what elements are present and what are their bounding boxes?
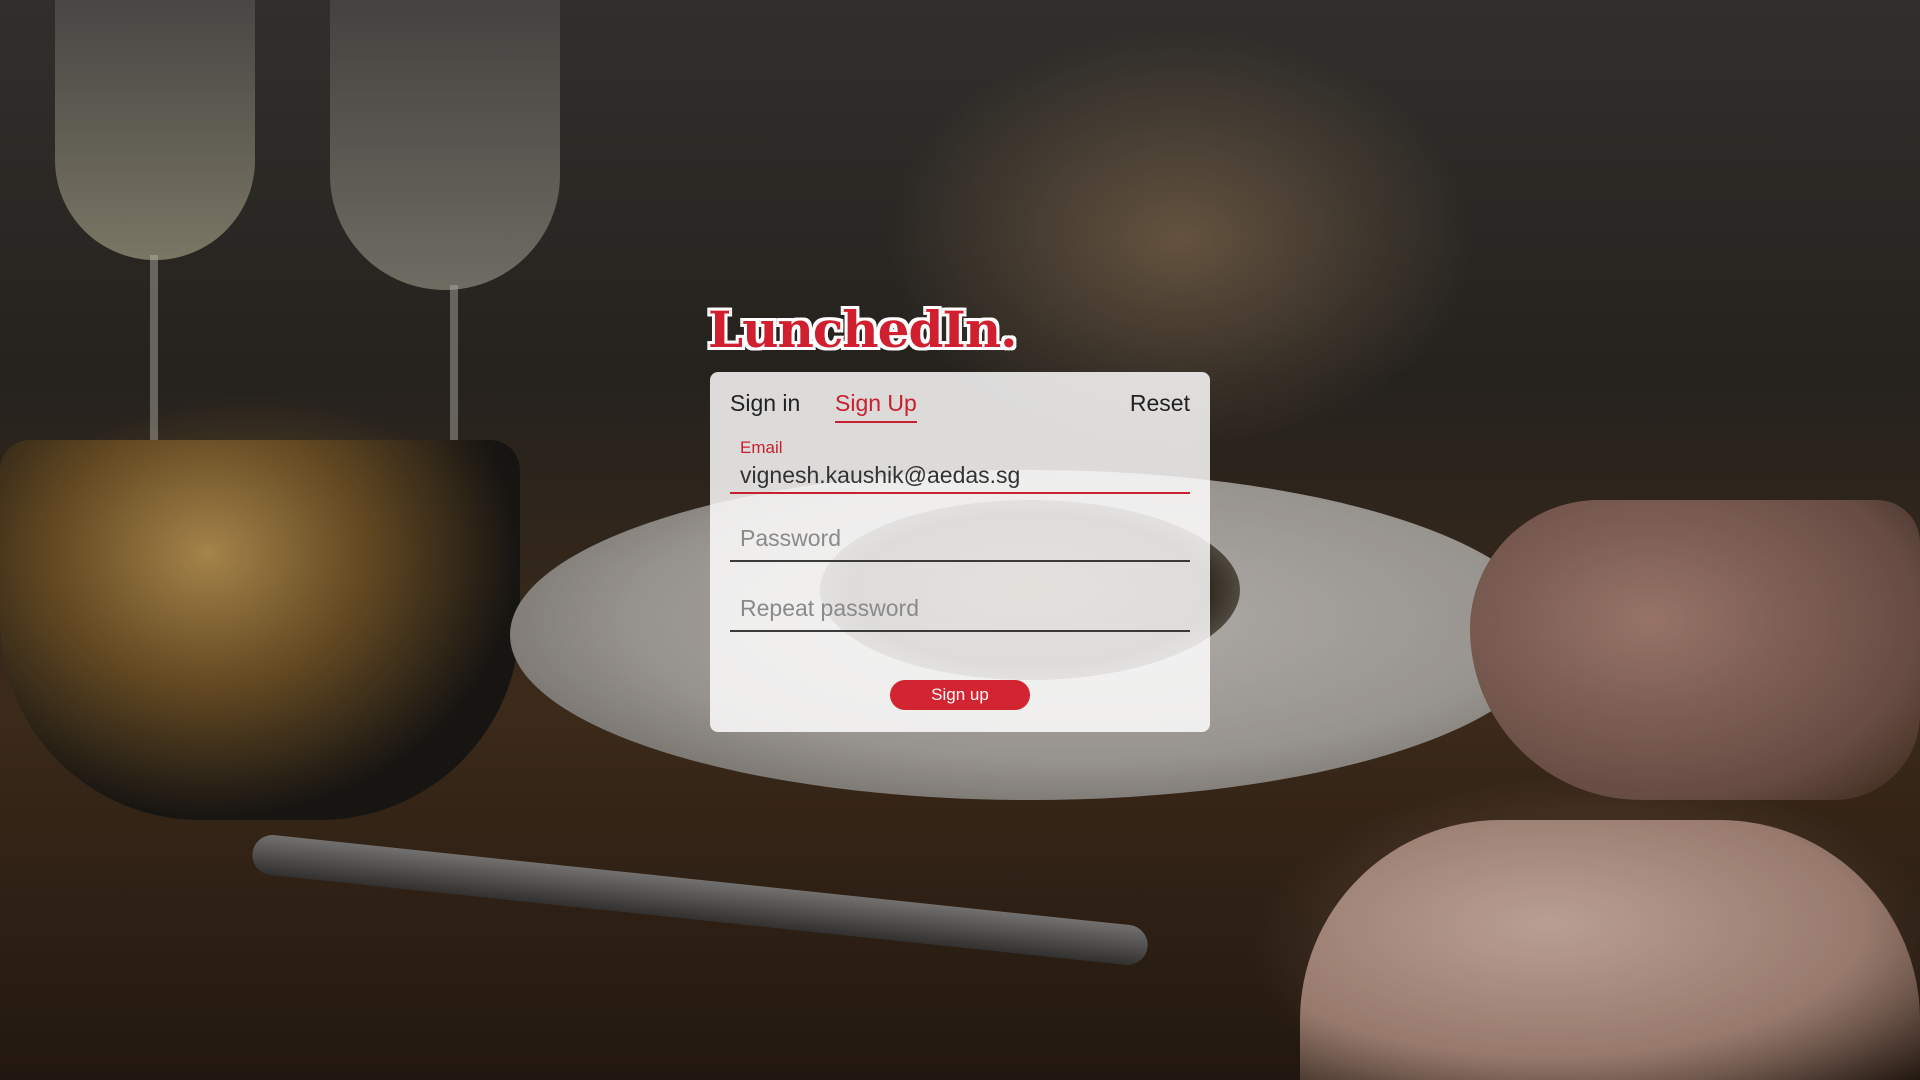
email-label: Email (740, 438, 783, 457)
repeat-password-input[interactable] (730, 592, 1190, 624)
tab-sign-in[interactable]: Sign in (730, 390, 800, 421)
app-logo: LunchedIn. (708, 300, 1018, 359)
email-input[interactable] (730, 460, 1190, 490)
auth-tabs: Sign in Sign Up Reset (730, 390, 1190, 430)
tab-sign-up[interactable]: Sign Up (835, 390, 917, 423)
sign-up-button[interactable]: Sign up (890, 680, 1030, 710)
auth-card: Sign in Sign Up Reset Email Sign up (710, 372, 1210, 732)
tab-reset[interactable]: Reset (1130, 390, 1190, 421)
password-field-group (730, 522, 1190, 562)
repeat-password-underline (730, 630, 1190, 632)
email-field-group: Email (730, 438, 1190, 494)
email-underline (730, 492, 1190, 494)
repeat-password-field-group (730, 592, 1190, 632)
password-input[interactable] (730, 522, 1190, 554)
password-underline (730, 560, 1190, 562)
